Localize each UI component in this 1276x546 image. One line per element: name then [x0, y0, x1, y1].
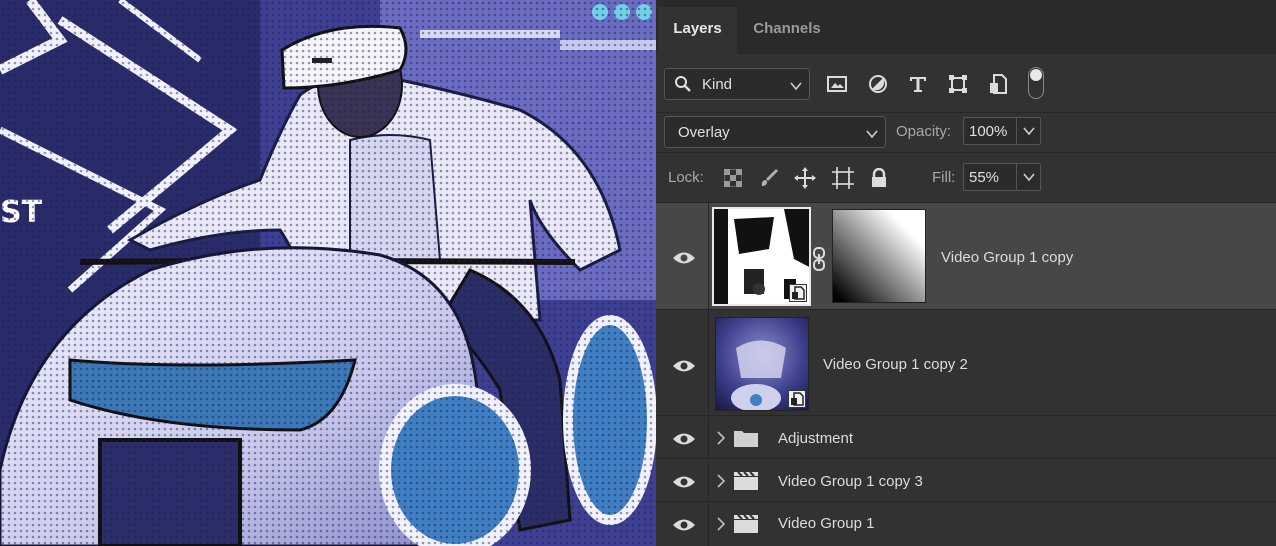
panel-tab-bar: Layers Channels [656, 0, 1276, 54]
layer-row-video-group-1-copy[interactable]: Video Group 1 copy [656, 203, 1276, 310]
lock-label: Lock: [668, 169, 704, 186]
chevron-right-icon[interactable] [716, 517, 726, 531]
folder-icon [734, 431, 758, 447]
fill-field[interactable]: 55% [963, 163, 1041, 191]
lock-all-icon[interactable] [866, 165, 892, 191]
fill-label: Fill: [932, 169, 956, 186]
divider [708, 311, 709, 415]
smart-object-filter-icon[interactable] [983, 68, 1013, 100]
layer-thumbnail[interactable] [715, 317, 809, 411]
shape-filter-icon[interactable] [943, 68, 973, 100]
lock-transparent-icon[interactable] [720, 165, 746, 191]
layer-name[interactable]: Video Group 1 [778, 515, 874, 532]
link-icon[interactable] [811, 247, 827, 271]
divider [708, 460, 709, 501]
divider [708, 503, 709, 546]
chevron-right-icon[interactable] [716, 474, 726, 488]
document-canvas[interactable]: ST [0, 0, 656, 546]
filter-toggle[interactable] [1028, 67, 1044, 99]
smart-object-badge-icon [789, 284, 807, 302]
layer-name[interactable]: Video Group 1 copy [941, 249, 1073, 266]
chevron-down-icon [866, 126, 878, 144]
chevron-right-icon[interactable] [716, 431, 726, 445]
layer-thumbnail[interactable] [712, 207, 811, 306]
layer-filter-row: Kind [656, 54, 1276, 114]
search-icon [674, 75, 692, 97]
divider [656, 152, 1276, 153]
chevron-down-icon[interactable] [1016, 164, 1040, 190]
eye-icon[interactable] [672, 431, 696, 447]
kind-filter-dropdown[interactable]: Kind [664, 68, 810, 100]
layer-name[interactable]: Video Group 1 copy 2 [823, 356, 968, 373]
fill-value: 55% [969, 169, 1000, 186]
film-icon [734, 514, 758, 533]
layer-row-video-group-1-copy-3[interactable]: Video Group 1 copy 3 [656, 460, 1276, 502]
opacity-label: Opacity: [896, 123, 952, 140]
kind-filter-label: Kind [702, 76, 733, 93]
blend-row: Overlay Opacity: 100% [656, 114, 1276, 152]
chevron-down-icon [790, 78, 802, 95]
tab-layers[interactable]: Layers [658, 7, 737, 54]
layer-name[interactable]: Adjustment [778, 430, 853, 447]
tab-channels[interactable]: Channels [738, 7, 836, 54]
lock-position-icon[interactable] [792, 165, 818, 191]
divider [708, 203, 709, 309]
layer-mask-thumbnail[interactable] [832, 209, 926, 303]
lock-image-icon[interactable] [756, 165, 782, 191]
layer-name[interactable]: Video Group 1 copy 3 [778, 473, 923, 490]
opacity-value: 100% [969, 123, 1008, 140]
image-filter-icon[interactable] [822, 68, 852, 100]
layer-row-video-group-1[interactable]: Video Group 1 [656, 503, 1276, 546]
blend-mode-dropdown[interactable]: Overlay [664, 116, 886, 148]
opacity-field[interactable]: 100% [963, 117, 1041, 145]
chevron-down-icon[interactable] [1016, 118, 1040, 144]
divider [708, 417, 709, 458]
canvas-artwork: ST [0, 0, 656, 546]
eye-icon[interactable] [672, 517, 696, 533]
layers-panel: Layers Channels Kind Overlay Opacity: 10… [656, 0, 1276, 546]
divider [656, 112, 1276, 113]
layer-row-adjustment[interactable]: Adjustment [656, 417, 1276, 459]
eye-icon[interactable] [672, 250, 696, 266]
layer-row-video-group-1-copy-2[interactable]: Video Group 1 copy 2 [656, 311, 1276, 416]
lock-artboard-icon[interactable] [830, 165, 856, 191]
eye-icon[interactable] [672, 474, 696, 490]
smart-object-badge-icon [788, 390, 806, 408]
eye-icon[interactable] [672, 358, 696, 374]
lock-row: Lock: Fill: 55% [656, 155, 1276, 201]
blend-mode-value: Overlay [678, 124, 730, 141]
film-icon [734, 471, 758, 490]
adjustment-filter-icon[interactable] [863, 68, 893, 100]
type-filter-icon[interactable] [903, 68, 933, 100]
